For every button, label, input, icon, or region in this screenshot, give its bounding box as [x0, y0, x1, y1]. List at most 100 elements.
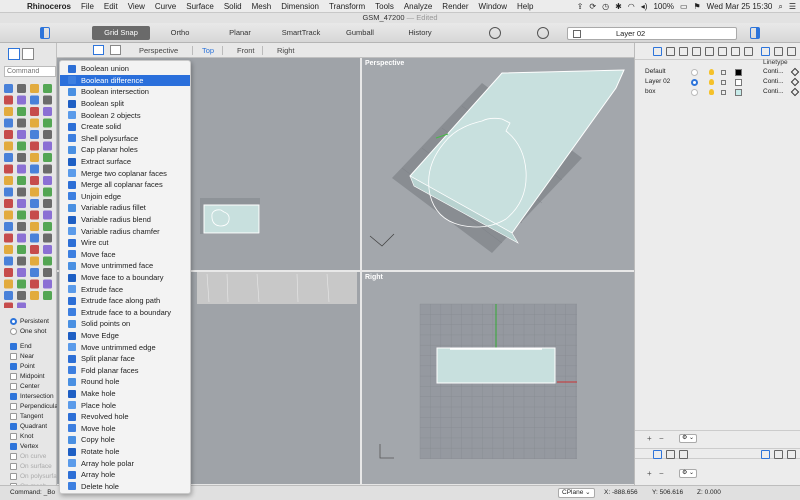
dimension-icon[interactable] — [17, 268, 26, 277]
lightbulb-icon[interactable] — [709, 79, 714, 85]
checkbox[interactable] — [10, 372, 17, 380]
circle-icon[interactable] — [4, 210, 13, 220]
tab-perspective[interactable]: Perspective — [139, 43, 178, 58]
history-icon[interactable] — [43, 187, 52, 197]
loft-icon[interactable] — [43, 107, 52, 116]
checkbox[interactable] — [10, 402, 17, 410]
join-icon[interactable] — [43, 233, 52, 243]
sphere-icon[interactable] — [43, 95, 52, 105]
menu-item-move-untrimmed-edge[interactable]: Move untrimmed edge — [60, 341, 190, 353]
explode-icon[interactable] — [30, 176, 39, 185]
remove-item-button[interactable]: − — [659, 469, 664, 478]
menu-item-merge-two-coplanar-faces[interactable]: Merge two coplanar faces — [60, 167, 190, 179]
menubar-clock[interactable]: Wed Mar 25 15:30 — [707, 2, 773, 11]
print-width-icon[interactable] — [790, 77, 800, 87]
menu-item-create-solid[interactable]: Create solid — [60, 121, 190, 133]
menu-window[interactable]: Window — [474, 2, 512, 11]
menu-solid[interactable]: Solid — [219, 2, 247, 11]
osnap-point[interactable]: Point — [10, 361, 35, 371]
document-icon[interactable] — [679, 450, 688, 459]
menu-dimension[interactable]: Dimension — [276, 2, 324, 11]
sweep-icon[interactable] — [43, 176, 52, 185]
checkbox[interactable] — [10, 352, 17, 360]
layer-options-dropdown[interactable]: ⚙ ⌄ — [679, 434, 697, 443]
scale-icon[interactable] — [43, 130, 52, 139]
osnap-vertex[interactable]: Vertex — [10, 441, 38, 451]
menu-item-wire-cut[interactable]: Wire cut — [60, 237, 190, 249]
command-input[interactable] — [4, 66, 56, 77]
osnap-perpendicular[interactable]: Perpendicular — [10, 401, 60, 411]
solid-icon[interactable] — [43, 256, 52, 266]
menu-item-move-face-to-a-boundary[interactable]: Move face to a boundary — [60, 272, 190, 284]
menu-item-cap-planar-holes[interactable]: Cap planar holes — [60, 144, 190, 156]
mirror-icon[interactable] — [4, 256, 13, 266]
project-icon[interactable] — [30, 187, 39, 197]
circle-icon[interactable] — [4, 95, 13, 105]
menu-item-split-planar-face[interactable]: Split planar face — [60, 353, 190, 365]
properties-icon[interactable] — [666, 450, 675, 459]
box-icon[interactable] — [30, 210, 39, 220]
osnap-tangent[interactable]: Tangent — [10, 411, 43, 421]
checkbox[interactable] — [10, 342, 17, 350]
rectangle-icon[interactable] — [43, 199, 52, 208]
cylinder-icon[interactable] — [4, 222, 13, 231]
record-history-icon[interactable] — [489, 27, 501, 39]
add-layer-button[interactable]: + — [647, 434, 652, 443]
menu-item-rotate-hole[interactable]: Rotate hole — [60, 446, 190, 458]
surface-icon[interactable] — [17, 107, 26, 116]
item-options-dropdown[interactable]: ⚙ ⌄ — [679, 469, 697, 478]
layer-row[interactable]: Layer 02 Conti... — [635, 77, 800, 87]
cylinder-icon[interactable] — [4, 107, 13, 116]
layer-name[interactable]: Default — [645, 68, 666, 75]
render-icon[interactable] — [718, 47, 727, 56]
add-item-button[interactable]: + — [647, 469, 652, 478]
toggle-left-sidebar-icon[interactable] — [40, 27, 50, 39]
planar-button[interactable]: Planar — [222, 26, 258, 40]
menu-item-make-hole[interactable]: Make hole — [60, 388, 190, 400]
spotlight-icon[interactable]: ⌕ — [778, 2, 782, 12]
layer-linetype[interactable]: Conti... — [763, 68, 784, 75]
menu-item-extrude-face[interactable]: Extrude face — [60, 283, 190, 295]
right-view-canvas[interactable] — [362, 272, 634, 484]
menu-item-revolved-hole[interactable]: Revolved hole — [60, 411, 190, 423]
menu-item-variable-radius-blend[interactable]: Variable radius blend — [60, 214, 190, 226]
perspective-view-canvas[interactable] — [362, 58, 634, 270]
copy-icon[interactable] — [17, 130, 26, 139]
checkbox[interactable] — [10, 432, 17, 440]
osnap-center[interactable]: Center — [10, 381, 40, 391]
scale-icon[interactable] — [43, 245, 52, 254]
current-layer-radio[interactable] — [691, 89, 698, 96]
radio-button[interactable] — [10, 327, 17, 335]
menu-render[interactable]: Render — [437, 2, 473, 11]
text-icon[interactable] — [30, 153, 39, 162]
flag-icon[interactable]: ⚑ — [694, 2, 701, 11]
osnap-persistent[interactable]: Persistent — [10, 316, 49, 326]
osnap-intersection[interactable]: Intersection — [10, 391, 54, 401]
layer-linetype[interactable]: Conti... — [763, 78, 784, 85]
menu-item-shell-polysurface[interactable]: Shell polysurface — [60, 133, 190, 145]
split-icon[interactable] — [30, 118, 39, 128]
mirror-icon[interactable] — [4, 141, 13, 151]
smarttrack-button[interactable]: SmartTrack — [276, 26, 326, 40]
clock-icon[interactable]: ◷ — [602, 2, 609, 11]
tab-front[interactable]: Front — [237, 43, 255, 58]
layer-icon[interactable] — [4, 279, 13, 289]
layer-row[interactable]: box Conti... — [635, 87, 800, 97]
menu-item-delete-hole[interactable]: Delete hole — [60, 481, 190, 493]
linetype-column-header[interactable]: Linetype — [763, 59, 788, 66]
menu-item-array-hole[interactable]: Array hole — [60, 469, 190, 481]
extrude-icon[interactable] — [30, 107, 39, 116]
ortho-button[interactable]: Ortho — [160, 26, 200, 40]
properties-icon[interactable] — [666, 47, 675, 56]
sweep-icon[interactable] — [43, 291, 52, 300]
menu-item-move-hole[interactable]: Move hole — [60, 423, 190, 435]
menu-item-move-face[interactable]: Move face — [60, 249, 190, 261]
menu-edit[interactable]: Edit — [99, 2, 123, 11]
menu-file[interactable]: File — [76, 2, 99, 11]
document-icon[interactable] — [679, 47, 688, 56]
tab-right[interactable]: Right — [277, 43, 295, 58]
menu-item-extract-surface[interactable]: Extract surface — [60, 156, 190, 168]
checkbox[interactable] — [10, 422, 17, 430]
array-icon[interactable] — [17, 256, 26, 266]
share-icon[interactable]: ⇪ — [577, 2, 584, 11]
